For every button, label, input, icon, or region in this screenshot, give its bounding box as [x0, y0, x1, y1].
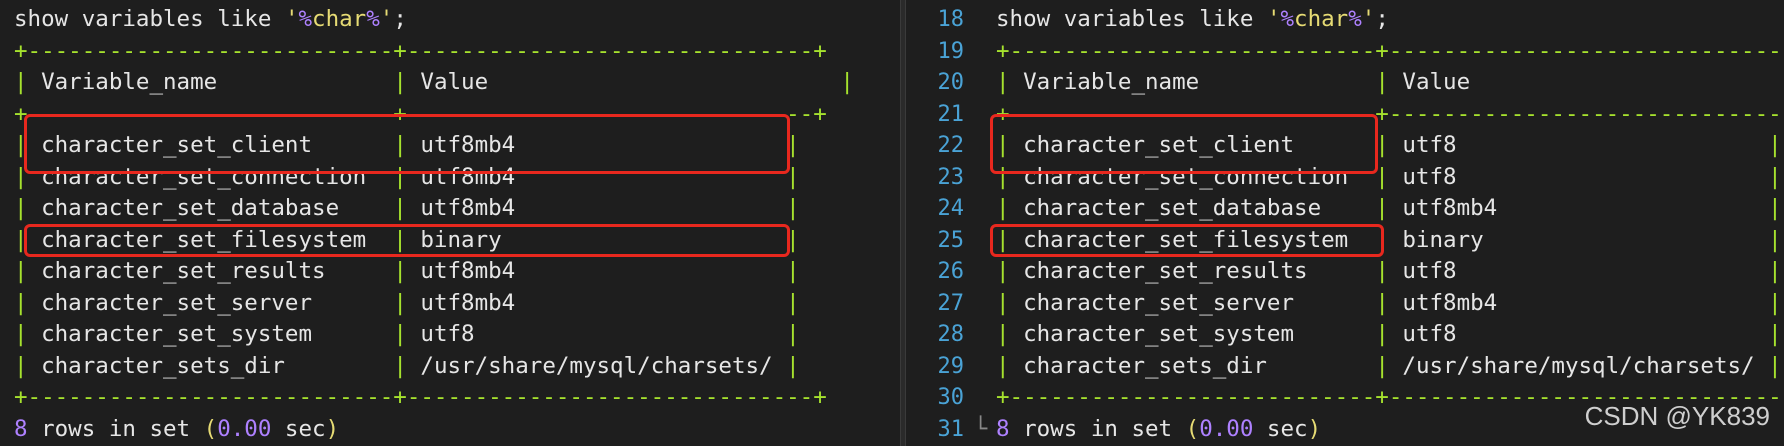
line-number: 22	[937, 133, 965, 158]
value-cell: utf8	[420, 321, 475, 347]
value-cell: utf8mb4	[1402, 289, 1498, 316]
quote-open: '	[1266, 6, 1281, 32]
header-value: Value	[420, 69, 489, 95]
highlight-box-results-right	[990, 224, 1384, 257]
value-cell: utf8	[1402, 321, 1457, 347]
query-line: show variables like '%char%';	[996, 4, 1784, 36]
elapsed-time: 0.00	[1199, 415, 1254, 442]
paren-close: )	[325, 415, 340, 442]
table-border-top: +---------------------------+-----------…	[996, 37, 1784, 64]
elapsed-time: 0.00	[217, 415, 272, 442]
variable-name-cell: character_set_database	[41, 195, 340, 221]
value-cell: utf8	[1402, 258, 1457, 284]
line-number: 20	[937, 70, 965, 95]
table-row: | character_set_system | utf8 |	[14, 321, 800, 347]
line-number: 30	[937, 385, 965, 410]
highlight-box-client-connection-right	[990, 114, 1378, 174]
value-cell: /usr/share/mysql/charsets/	[1402, 352, 1755, 379]
table-border-top: +---------------------------+-----------…	[14, 37, 827, 64]
table-row: | character_set_system | utf8 |	[996, 321, 1782, 347]
row-count: 8	[14, 415, 28, 442]
query-terminator: ;	[1375, 6, 1389, 32]
value-cell: utf8mb4	[1402, 195, 1498, 221]
quote-open: '	[284, 6, 299, 32]
header-variable-name: Variable_name	[1023, 69, 1200, 95]
line-number: 24	[937, 196, 965, 221]
variable-name-cell: character_set_database	[1023, 195, 1322, 221]
highlight-box-results-left	[24, 224, 790, 257]
table-row: | character_set_database | utf8mb4 |	[996, 195, 1782, 221]
quote-close: '	[379, 6, 394, 32]
line-number: 29	[937, 353, 965, 379]
query-keyword-text: show variables like	[996, 6, 1267, 32]
table-border-bottom: +---------------------------+-----------…	[14, 384, 827, 410]
table-row: | character_set_server | utf8mb4 |	[14, 289, 800, 316]
table-row: | character_set_database | utf8mb4 |	[14, 195, 800, 221]
paren-open: (	[203, 415, 218, 442]
fold-marker: └	[974, 417, 988, 442]
paren-close: )	[1307, 415, 1322, 442]
line-number-gutter: 18 19 20 21 22 23 24 25 26 27 28 29 30 31	[906, 0, 970, 446]
table-row: | character_set_results | utf8mb4 |	[14, 258, 800, 284]
table-header-row: | Variable_name | Value |	[14, 69, 854, 95]
right-editor-pane[interactable]: 18 19 20 21 22 23 24 25 26 27 28 29 30 31 └ show vari…	[906, 0, 1784, 446]
line-number: 28	[937, 322, 965, 347]
time-unit: sec	[1253, 415, 1308, 442]
rows-in-set-text: rows in set	[27, 415, 204, 442]
line-number: 21	[937, 101, 965, 127]
header-variable-name: Variable_name	[41, 69, 218, 95]
left-editor-pane[interactable]: show variables like '%char%'; +---------…	[0, 0, 900, 446]
value-cell: utf8mb4	[420, 289, 516, 316]
variable-name-cell: character_set_system	[41, 321, 313, 347]
table-row: | character_sets_dir | /usr/share/mysql/…	[996, 352, 1782, 379]
time-unit: sec	[271, 415, 326, 442]
pattern-wildcard: %	[366, 6, 380, 32]
paren-open: (	[1185, 415, 1200, 442]
pattern-word: char	[312, 6, 367, 32]
pattern-word: char	[1294, 6, 1349, 32]
line-number: 31	[937, 416, 965, 442]
line-number: 26	[937, 259, 965, 284]
highlight-box-client-connection-left	[24, 114, 790, 174]
query-terminator: ;	[393, 6, 407, 32]
table-header-row: | Variable_name | Value |	[996, 69, 1471, 95]
line-number: 27	[937, 290, 965, 316]
value-cell: utf8	[1402, 163, 1457, 190]
line-number: 19	[937, 38, 965, 64]
variable-name-cell: character_set_results	[41, 258, 326, 284]
query-keyword-text: show variables like	[14, 6, 285, 32]
line-number: 25	[937, 227, 965, 253]
variable-name-cell: character_sets_dir	[41, 352, 285, 379]
query-line: show variables like '%char%';	[14, 4, 854, 36]
variable-name-cell: character_set_system	[1023, 321, 1295, 347]
result-summary: 8 rows in set (0.00 sec)	[14, 414, 854, 446]
variable-name-cell: character_set_results	[1023, 258, 1308, 284]
rows-in-set-text: rows in set	[1009, 415, 1186, 442]
variable-name-cell: character_set_server	[1023, 289, 1295, 316]
pattern-wildcard: %	[1280, 6, 1295, 32]
header-value: Value	[1402, 69, 1471, 95]
pattern-wildcard: %	[298, 6, 313, 32]
watermark-text: CSDN @YK839	[1584, 401, 1770, 431]
value-cell: /usr/share/mysql/charsets/	[420, 352, 773, 379]
line-number: 18	[937, 7, 965, 32]
table-row: | character_set_results | utf8 |	[996, 258, 1782, 284]
variable-name-cell: character_sets_dir	[1023, 352, 1267, 379]
row-count: 8	[996, 415, 1010, 442]
quote-close: '	[1361, 6, 1376, 32]
value-cell: binary	[1402, 226, 1484, 253]
value-cell: utf8mb4	[420, 195, 516, 221]
table-row: | character_set_server | utf8mb4 |	[996, 289, 1782, 316]
value-cell: utf8mb4	[420, 258, 516, 284]
pattern-wildcard: %	[1348, 6, 1362, 32]
table-row: | character_sets_dir | /usr/share/mysql/…	[14, 352, 800, 379]
value-cell: utf8	[1402, 132, 1457, 158]
line-number: 23	[937, 164, 965, 190]
variable-name-cell: character_set_server	[41, 289, 313, 316]
